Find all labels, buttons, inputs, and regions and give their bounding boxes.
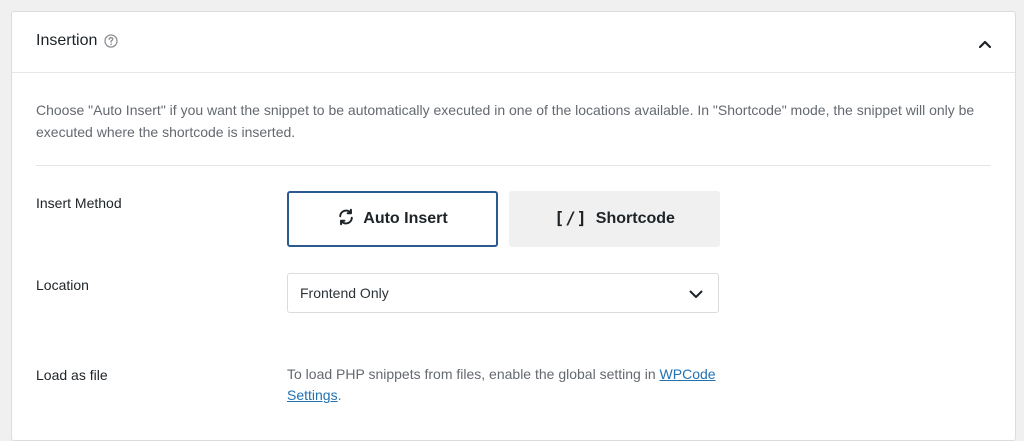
load-as-file-text: To load PHP snippets from files, enable … <box>287 366 660 382</box>
shortcode-label: Shortcode <box>595 210 675 227</box>
load-as-file-text-end: . <box>337 387 342 403</box>
refresh-icon <box>337 208 355 231</box>
auto-insert-button[interactable]: Auto Insert <box>287 191 498 247</box>
insertion-panel: Insertion Choose "Auto Insert" if you wa… <box>11 11 1016 441</box>
panel-title-wrap: Insertion <box>36 32 119 50</box>
load-as-file-note: To load PHP snippets from files, enable … <box>287 364 747 406</box>
auto-insert-label: Auto Insert <box>363 210 448 227</box>
shortcode-button[interactable]: [/] Shortcode <box>509 191 720 247</box>
divider <box>36 165 991 166</box>
chevron-down-icon <box>688 286 704 302</box>
location-selected-value: Frontend Only <box>300 285 389 301</box>
insert-method-label: Insert Method <box>36 195 122 211</box>
shortcode-icon: [/] <box>554 209 588 229</box>
insertion-description: Choose "Auto Insert" if you want the sni… <box>36 102 975 140</box>
help-icon[interactable] <box>104 34 119 48</box>
panel-header: Insertion <box>12 12 1015 73</box>
panel-title: Insertion <box>36 32 98 49</box>
location-select[interactable]: Frontend Only <box>287 273 719 313</box>
location-label: Location <box>36 277 89 293</box>
chevron-up-icon[interactable] <box>977 36 993 52</box>
load-as-file-label: Load as file <box>36 367 108 383</box>
